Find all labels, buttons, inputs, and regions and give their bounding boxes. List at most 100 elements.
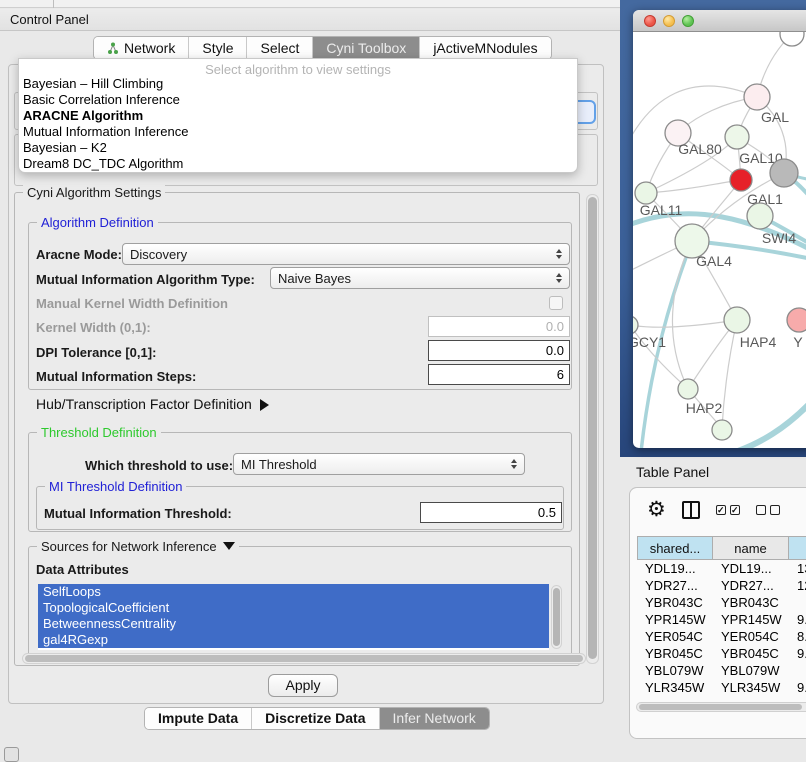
network-edge[interactable] <box>784 173 806 277</box>
table-cell: YDL19... <box>637 560 713 577</box>
mi-type-label: Mutual Information Algorithm Type: <box>36 272 255 287</box>
table-row[interactable]: YBL079WYBL079W <box>637 662 806 679</box>
algorithm-option[interactable]: Dream8 DC_TDC Algorithm <box>19 156 577 172</box>
bottom-tab-infer-network[interactable]: Infer Network <box>380 708 489 729</box>
minimize-traffic-light-icon[interactable] <box>663 15 675 27</box>
dpi-tolerance-field[interactable]: 0.0 <box>428 340 570 361</box>
node-label: SWI4 <box>762 230 796 246</box>
kernel-width-field[interactable]: 0.0 <box>428 316 570 337</box>
algorithm-definition-title: Algorithm Definition <box>37 215 158 230</box>
network-edge[interactable] <box>672 241 692 389</box>
column-header-name[interactable]: name <box>713 536 789 560</box>
mi-type-combo[interactable]: Naive Bayes <box>270 267 570 289</box>
table-row[interactable]: YPR145WYPR145W9. <box>637 611 806 628</box>
aracne-mode-combo[interactable]: Discovery <box>122 243 570 265</box>
table-cell: 13 <box>789 560 806 577</box>
data-attribute-item[interactable]: SelfLoops <box>38 584 549 600</box>
algorithm-option[interactable]: ARACNE Algorithm <box>19 108 577 124</box>
gear-icon[interactable]: ⚙ <box>647 500 666 520</box>
data-attribute-item[interactable]: BetweennessCentrality <box>38 616 549 632</box>
network-tab-icon <box>107 42 119 55</box>
table-row[interactable]: YBR043CYBR043C <box>637 594 806 611</box>
algorithm-option[interactable]: Bayesian – Hill Climbing <box>19 76 577 92</box>
table-cell: YLR345W <box>713 679 789 696</box>
network-window-titlebar[interactable] <box>633 10 806 32</box>
algorithm-option[interactable]: Mutual Information Inference <box>19 124 577 140</box>
zoom-traffic-light-icon[interactable] <box>682 15 694 27</box>
data-attributes-label: Data Attributes <box>36 562 129 577</box>
algorithm-dropdown-list: Bayesian – Hill ClimbingBasic Correlatio… <box>19 76 577 172</box>
table-body: YDL19...YDL19...13YDR27...YDR27...12YBR0… <box>637 560 806 699</box>
network-node-hap4[interactable] <box>724 307 750 333</box>
tab-select[interactable]: Select <box>247 37 313 59</box>
settings-horizontal-scrollbar[interactable] <box>22 653 586 664</box>
node-label: HAP2 <box>686 400 723 416</box>
which-threshold-combo[interactable]: MI Threshold <box>233 453 525 475</box>
network-node-gal1[interactable] <box>730 169 752 191</box>
data-attribute-item[interactable]: gal4RGexp <box>38 632 549 648</box>
tab-network[interactable]: Network <box>94 37 189 59</box>
bottom-tab-impute-data[interactable]: Impute Data <box>145 708 252 729</box>
network-view-window[interactable]: GALGAL80GAL10GAL1GAL11SWI4GAL4GCY1HAP4YH… <box>633 10 806 448</box>
mi-threshold-label: Mutual Information Threshold: <box>44 506 232 521</box>
table-cell: 9. <box>789 611 806 628</box>
threshold-definition-title: Threshold Definition <box>37 425 161 440</box>
network-node-y[interactable] <box>787 308 806 332</box>
hub-definition-label: Hub/Transcription Factor Definition <box>36 396 252 412</box>
settings-vertical-scrollbar[interactable] <box>586 194 599 664</box>
dpi-tolerance-label: DPI Tolerance [0,1]: <box>36 345 156 360</box>
bottom-tab-discretize-data[interactable]: Discretize Data <box>252 708 379 729</box>
node-label: GAL4 <box>696 253 732 269</box>
table-cell: 9. <box>789 696 806 699</box>
network-node-hap2[interactable] <box>678 379 698 399</box>
sources-group-title[interactable]: Sources for Network Inference <box>37 539 239 554</box>
collapsed-arrow-icon <box>260 399 269 411</box>
columns-icon[interactable] <box>682 501 700 519</box>
close-traffic-light-icon[interactable] <box>644 15 656 27</box>
tab-style[interactable]: Style <box>189 37 247 59</box>
network-node-gcy1[interactable] <box>633 316 638 334</box>
table-row[interactable]: YLR345WYLR345W9. <box>637 679 806 696</box>
table-cell: YBR045C <box>713 645 789 662</box>
network-node[interactable] <box>712 420 732 440</box>
which-threshold-label: Which threshold to use: <box>85 458 233 473</box>
tab-cyni-toolbox[interactable]: Cyni Toolbox <box>313 37 420 59</box>
network-node-swi4[interactable] <box>747 203 773 229</box>
network-node-gal11[interactable] <box>635 182 657 204</box>
network-node-gal10[interactable] <box>725 125 749 149</box>
application-window: { "control_panel": { "title": "Control P… <box>0 0 806 762</box>
apply-button[interactable]: Apply <box>268 674 338 697</box>
table-row[interactable]: YDL19...YDL19...13 <box>637 560 806 577</box>
node-label: GAL11 <box>640 202 683 218</box>
hub-definition-toggle[interactable]: Hub/Transcription Factor Definition <box>36 396 269 412</box>
table-cell: YBR043C <box>713 594 789 611</box>
table-row[interactable]: YDR27...YDR27...12 <box>637 577 806 594</box>
algorithm-option[interactable]: Bayesian – K2 <box>19 140 577 156</box>
network-node[interactable] <box>780 32 804 46</box>
table-row[interactable]: YER054CYER054C8. <box>637 628 806 645</box>
attributes-list-scrollbar[interactable] <box>551 585 562 649</box>
network-edge[interactable] <box>633 320 737 327</box>
network-node[interactable] <box>770 159 798 187</box>
mi-steps-field[interactable]: 6 <box>428 364 570 385</box>
column-header-hidden[interactable] <box>789 536 806 560</box>
table-row[interactable]: YBR045CYBR045C9. <box>637 645 806 662</box>
column-header-shared...[interactable]: shared... <box>637 536 713 560</box>
mi-threshold-field[interactable]: 0.5 <box>420 502 562 523</box>
data-attributes-list[interactable]: SelfLoopsTopologicalCoefficientBetweenne… <box>38 584 549 650</box>
table-horizontal-scrollbar[interactable] <box>636 702 806 712</box>
table-row[interactable]: YIL052CYIL052C9. <box>637 696 806 699</box>
dock-panel-icon[interactable] <box>4 747 19 762</box>
unchecked-pair-icon[interactable] <box>756 505 780 515</box>
network-node-gal[interactable] <box>744 84 770 110</box>
table-cell: 9. <box>789 679 806 696</box>
network-canvas[interactable]: GALGAL80GAL10GAL1GAL11SWI4GAL4GCY1HAP4YH… <box>633 32 806 448</box>
manual-kernel-checkbox[interactable] <box>549 296 563 310</box>
control-panel-tabstrip: Network Style SelectCyni ToolboxjActiveMNo… <box>93 36 552 60</box>
checked-pair-icon[interactable]: ✓✓ <box>716 505 740 515</box>
tab-jactivemnodules[interactable]: jActiveMNodules <box>420 37 550 59</box>
algorithm-option[interactable]: Basic Correlation Inference <box>19 92 577 108</box>
data-attribute-item[interactable]: TopologicalCoefficient <box>38 600 549 616</box>
node-label: GCY1 <box>633 334 666 350</box>
tab-label: Style <box>202 40 233 56</box>
